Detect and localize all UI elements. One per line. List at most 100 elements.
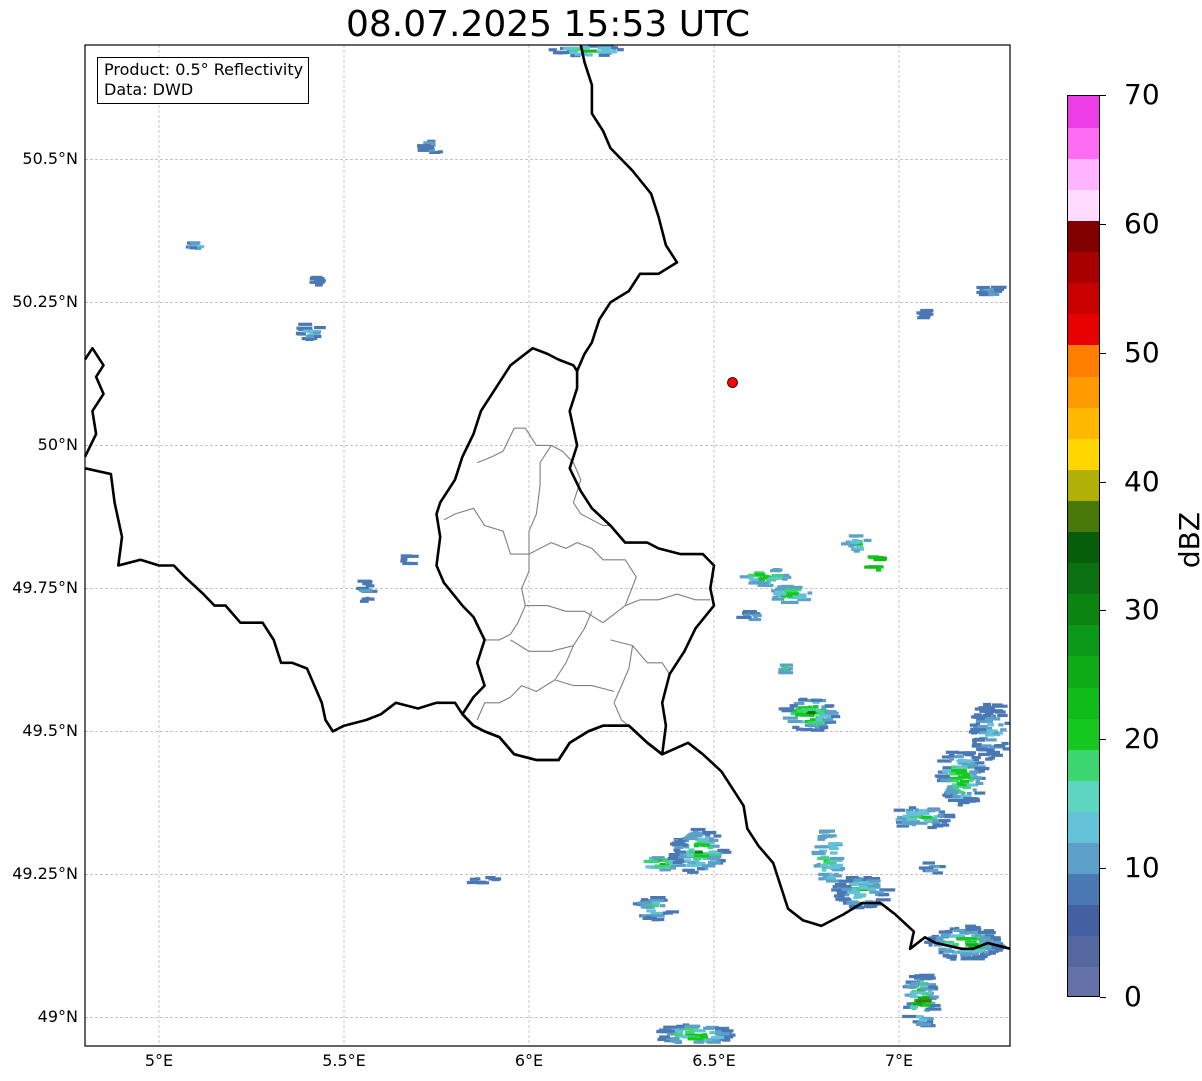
colorbar-segment [1068, 438, 1099, 470]
colorbar-segment [1068, 966, 1099, 996]
colorbar-title: dBZ [1173, 511, 1202, 569]
echo-pixel [314, 334, 322, 339]
echo-pixel [969, 770, 979, 774]
echo-pixel [798, 698, 807, 702]
echo-pixel [782, 716, 798, 720]
echo-pixel [773, 592, 787, 596]
lat-tick-label: 50.25°N [12, 292, 78, 312]
echo-pixel [867, 887, 876, 891]
echo-pixel [983, 929, 995, 933]
echo-pixel [827, 865, 840, 869]
echo-pixel [875, 568, 882, 572]
echo-pixel [787, 719, 802, 724]
colorbar-segment [1068, 624, 1099, 657]
echo-pixel [612, 49, 616, 53]
echo-pixel [598, 53, 610, 57]
echo-pixel [909, 991, 926, 995]
echo-pixel [829, 856, 845, 861]
echo-pixel [642, 916, 657, 920]
echo-pixel [771, 574, 784, 578]
data-source-label: Data: DWD [104, 80, 194, 99]
echo-pixel [682, 868, 695, 872]
echo-pixel [863, 904, 876, 908]
echo-pixel [846, 900, 860, 905]
echo-pixel [940, 778, 952, 782]
echo-pixel [828, 842, 842, 846]
echo-pixel [314, 326, 326, 330]
colorbar-segment [1068, 469, 1099, 501]
echo-pixel [669, 866, 677, 870]
colorbar-segment [1068, 935, 1099, 968]
echo-pixel [574, 52, 587, 56]
echo-pixel [853, 878, 860, 882]
echo-pixel [687, 1037, 704, 1041]
echo-pixel [925, 1007, 942, 1011]
echo-pixel [845, 540, 850, 544]
echo-pixel [957, 803, 963, 807]
colorbar-segment [1068, 811, 1099, 844]
colorbar-segment [1068, 96, 1099, 128]
colorbar-segment [1068, 562, 1099, 595]
echo-pixel [922, 861, 935, 865]
echo-pixel [1000, 728, 1007, 732]
echo-pixel [824, 718, 834, 722]
echo-pixel [910, 1005, 919, 1009]
echo-pixel [819, 725, 829, 729]
map-background [85, 45, 1010, 1046]
echo-pixel [818, 715, 825, 719]
echo-pixel [366, 580, 373, 584]
echo-pixel [314, 283, 322, 287]
echo-pixel [359, 589, 373, 593]
echo-pixel [859, 886, 869, 890]
echo-pixel [926, 819, 933, 823]
colorbar-segment [1068, 780, 1099, 812]
echo-pixel [696, 1029, 706, 1033]
lon-tick-label: 5°E [144, 1051, 174, 1070]
echo-pixel [557, 51, 563, 55]
echo-pixel [810, 698, 823, 702]
echo-pixel [423, 141, 436, 145]
echo-pixel [1004, 721, 1010, 725]
colorbar-tick [1100, 223, 1106, 225]
echo-pixel [779, 663, 793, 667]
echo-pixel [978, 769, 985, 773]
echo-pixel [189, 246, 197, 250]
colorbar-segment [1068, 313, 1099, 346]
echo-pixel [298, 322, 313, 326]
colorbar-segment [1068, 842, 1099, 875]
echo-pixel [974, 791, 986, 795]
echo-pixel [869, 890, 884, 894]
echo-pixel [707, 1040, 721, 1044]
echo-pixel [819, 864, 829, 868]
lon-tick-label: 6.5°E [692, 1051, 736, 1070]
echo-pixel [659, 1035, 670, 1039]
echo-pixel [825, 704, 833, 708]
echo-pixel [692, 1024, 699, 1029]
colorbar-tick-label: 0 [1124, 980, 1142, 1013]
echo-pixel [938, 951, 944, 955]
echo-pixel [693, 1040, 704, 1044]
echo-pixel [714, 1032, 730, 1036]
echo-pixel [973, 757, 979, 762]
echo-pixel [303, 329, 314, 333]
echo-pixel [901, 819, 906, 823]
echo-pixel [956, 759, 971, 763]
echo-pixel [658, 914, 664, 918]
echo-pixel [910, 981, 920, 985]
echo-pixel [920, 976, 936, 980]
echo-pixel [965, 924, 976, 928]
echo-pixel [758, 577, 765, 581]
radar-echo-cell [778, 663, 794, 675]
echo-pixel [789, 585, 803, 589]
echo-pixel [795, 713, 809, 717]
echo-pixel [298, 327, 304, 331]
colorbar-segment [1068, 718, 1099, 750]
echo-pixel [692, 830, 699, 835]
lat-tick-label: 50°N [37, 435, 78, 455]
echo-pixel [855, 546, 864, 550]
lat-tick-label: 50.5°N [22, 149, 78, 169]
echo-pixel [946, 791, 951, 795]
echo-pixel [674, 845, 683, 849]
echo-pixel [991, 703, 1003, 707]
echo-pixel [754, 573, 766, 577]
